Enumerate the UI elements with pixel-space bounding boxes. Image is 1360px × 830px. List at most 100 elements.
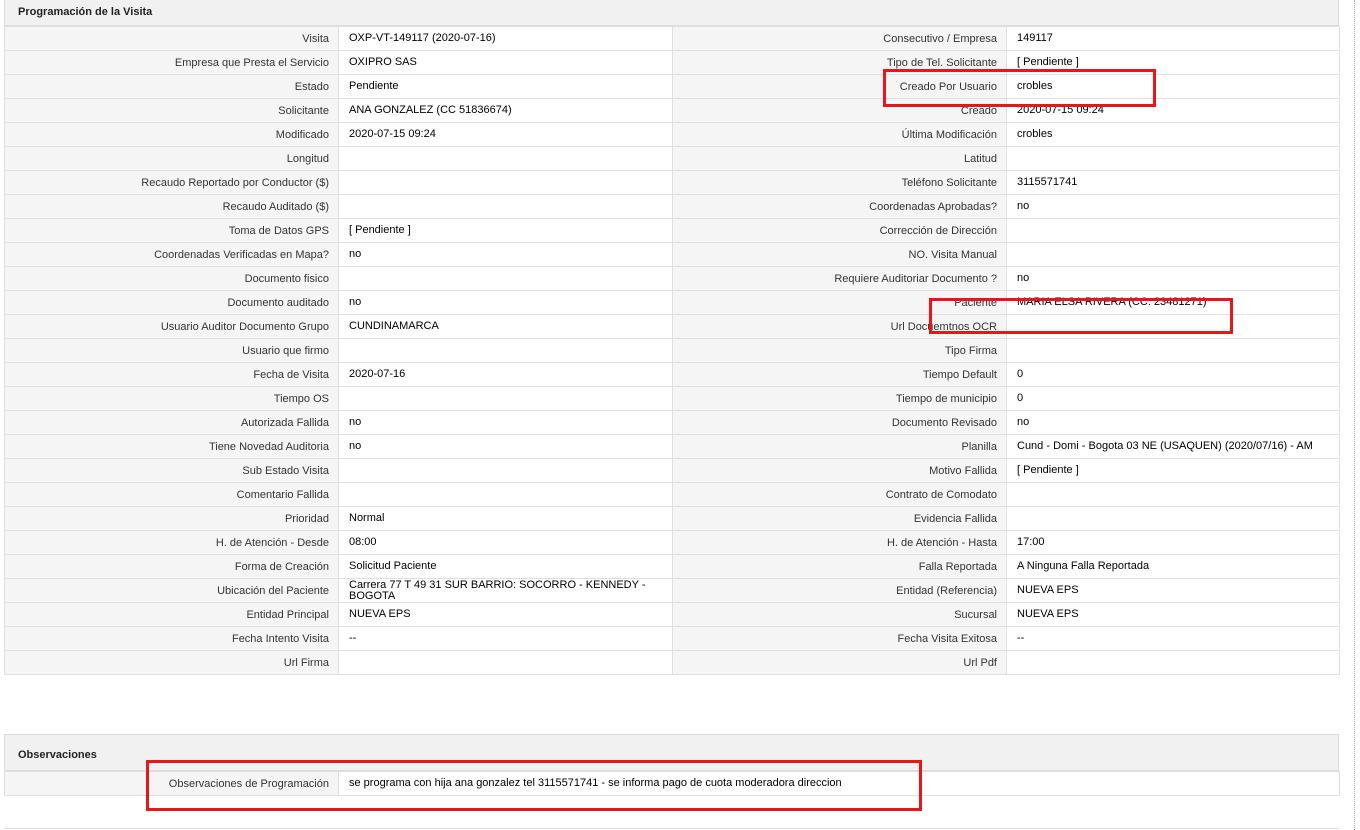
field-label: H. de Atención - Desde (4, 530, 339, 555)
field-label: Usuario Auditor Documento Grupo (4, 314, 339, 339)
field-label: Requiere Auditoriar Documento ? (672, 266, 1007, 291)
field-value (338, 266, 673, 291)
field-value (1006, 314, 1340, 339)
field-value (1006, 146, 1340, 171)
field-value: crobles (1006, 74, 1340, 99)
field-label: Visita (4, 26, 339, 51)
field-label: Forma de Creación (4, 554, 339, 579)
table-row: Fecha de Visita 2020-07-16 Tiempo Default… (4, 362, 1340, 387)
scroll-guide-line (1354, 0, 1355, 830)
field-value: no (1006, 266, 1340, 291)
field-value: Cund - Domi - Bogota 03 NE (USAQUEN) (20… (1006, 434, 1340, 459)
field-label: Toma de Datos GPS (4, 218, 339, 243)
field-value (338, 170, 673, 195)
table-row: Autorizada Fallida no Documento Revisado … (4, 410, 1340, 435)
table-row: Comentario Fallida Contrato de Comodato (4, 482, 1340, 507)
field-value (338, 194, 673, 219)
field-label: Estado (4, 74, 339, 99)
table-row: Recaudo Reportado por Conductor ($) Teléf… (4, 170, 1340, 195)
field-value: 0 (1006, 386, 1340, 411)
field-value: -- (338, 626, 673, 651)
observaciones-label: Observaciones de Programación (4, 771, 339, 796)
programacion-header: Programación de la Visita (4, 0, 1339, 26)
field-value: 17:00 (1006, 530, 1340, 555)
observaciones-header: Observaciones (4, 734, 1339, 771)
table-row: Longitud Latitud (4, 146, 1340, 171)
table-row: Empresa que Presta el Servicio OXIPRO SAS… (4, 50, 1340, 75)
table-row: Ubicación del Paciente Carrera 77 T 49 31… (4, 578, 1340, 603)
field-label: Tiempo Default (672, 362, 1007, 387)
table-row: Sub Estado Visita Motivo Fallida[ Pendien… (4, 458, 1340, 483)
field-value: OXIPRO SAS (338, 50, 673, 75)
field-value (1006, 482, 1340, 507)
field-label: Modificado (4, 122, 339, 147)
field-label: Teléfono Solicitante (672, 170, 1007, 195)
table-row: Entidad Principal NUEVA EPS Sucursal NUEVA … (4, 602, 1340, 627)
field-label: Url Pdf (672, 650, 1007, 675)
field-label: Documento Revisado (672, 410, 1007, 435)
table-row: Usuario Auditor Documento Grupo CUNDINAMA… (4, 314, 1340, 339)
field-value (338, 482, 673, 507)
field-label: Fecha Visita Exitosa (672, 626, 1007, 651)
programacion-table: Visita OXP-VT-149117 (2020-07-16) Consecut… (4, 26, 1340, 675)
table-row: Documento fisico Requiere Auditoriar Docu… (4, 266, 1340, 291)
field-label: Creado Por Usuario (672, 74, 1007, 99)
field-value (1006, 506, 1340, 531)
field-label: Creado (672, 98, 1007, 123)
field-label: Comentario Fallida (4, 482, 339, 507)
field-label: Paciente (672, 290, 1007, 315)
field-value: Pendiente (338, 74, 673, 99)
field-label: Solicitante (4, 98, 339, 123)
field-label: Recaudo Reportado por Conductor ($) (4, 170, 339, 195)
table-row: Tiene Novedad Auditoria no Planilla Cund -… (4, 434, 1340, 459)
table-row: Recaudo Auditado ($) Coordenadas Aprobada… (4, 194, 1340, 219)
field-value (1006, 218, 1340, 243)
table-row: H. de Atención - Desde 08:00 H. de Atenció… (4, 530, 1340, 555)
table-row: Coordenadas Verificadas en Mapa? no NO. V… (4, 242, 1340, 267)
field-label: Documento auditado (4, 290, 339, 315)
field-value: no (338, 242, 673, 267)
table-row: Toma de Datos GPS[ Pendiente ] Corrección… (4, 218, 1340, 243)
field-value: CUNDINAMARCA (338, 314, 673, 339)
field-value: Carrera 77 T 49 31 SUR BARRIO: SOCORRO -… (338, 578, 673, 603)
field-value: 0 (1006, 362, 1340, 387)
field-label: Fecha Intento Visita (4, 626, 339, 651)
observaciones-value: se programa con hija ana gonzalez tel 31… (338, 771, 1340, 796)
field-label: Tipo de Tel. Solicitante (672, 50, 1007, 75)
field-value (1006, 650, 1340, 675)
field-value: 3115571741 (1006, 170, 1340, 195)
field-label: Corrección de Dirección (672, 218, 1007, 243)
field-label: Tiempo OS (4, 386, 339, 411)
field-label: Consecutivo / Empresa (672, 26, 1007, 51)
bottom-divider (4, 828, 1339, 829)
field-label: Prioridad (4, 506, 339, 531)
field-value: Normal (338, 506, 673, 531)
field-label: Documento fisico (4, 266, 339, 291)
field-value (338, 146, 673, 171)
field-label: Usuario que firmo (4, 338, 339, 363)
field-label: Tiene Novedad Auditoria (4, 434, 339, 459)
field-value (1006, 338, 1340, 363)
field-value (1006, 242, 1340, 267)
programacion-title: Programación de la Visita (18, 6, 153, 18)
table-row: Observaciones de Programación se program… (4, 771, 1340, 796)
programacion-section: Programación de la Visita Visita OXP-VT-1… (4, 0, 1340, 675)
field-label: H. de Atención - Hasta (672, 530, 1007, 555)
field-label: Entidad (Referencia) (672, 578, 1007, 603)
observaciones-section: Observaciones Observaciones de Programac… (4, 734, 1340, 796)
field-label: Entidad Principal (4, 602, 339, 627)
field-label: Coordenadas Aprobadas? (672, 194, 1007, 219)
field-value (338, 338, 673, 363)
field-label: Planilla (672, 434, 1007, 459)
field-label: Longitud (4, 146, 339, 171)
table-row: Forma de Creación Solicitud Paciente Falla… (4, 554, 1340, 579)
field-value: NUEVA EPS (1006, 602, 1340, 627)
table-row: Documento auditado no Paciente MARIA ELSA … (4, 290, 1340, 315)
field-label: Falla Reportada (672, 554, 1007, 579)
field-value: 149117 (1006, 26, 1340, 51)
field-value (338, 386, 673, 411)
field-label: Tipo Firma (672, 338, 1007, 363)
field-value: 2020-07-15 09:24 (1006, 98, 1340, 123)
table-row: Url Firma Url Pdf (4, 650, 1340, 675)
field-value: 2020-07-15 09:24 (338, 122, 673, 147)
